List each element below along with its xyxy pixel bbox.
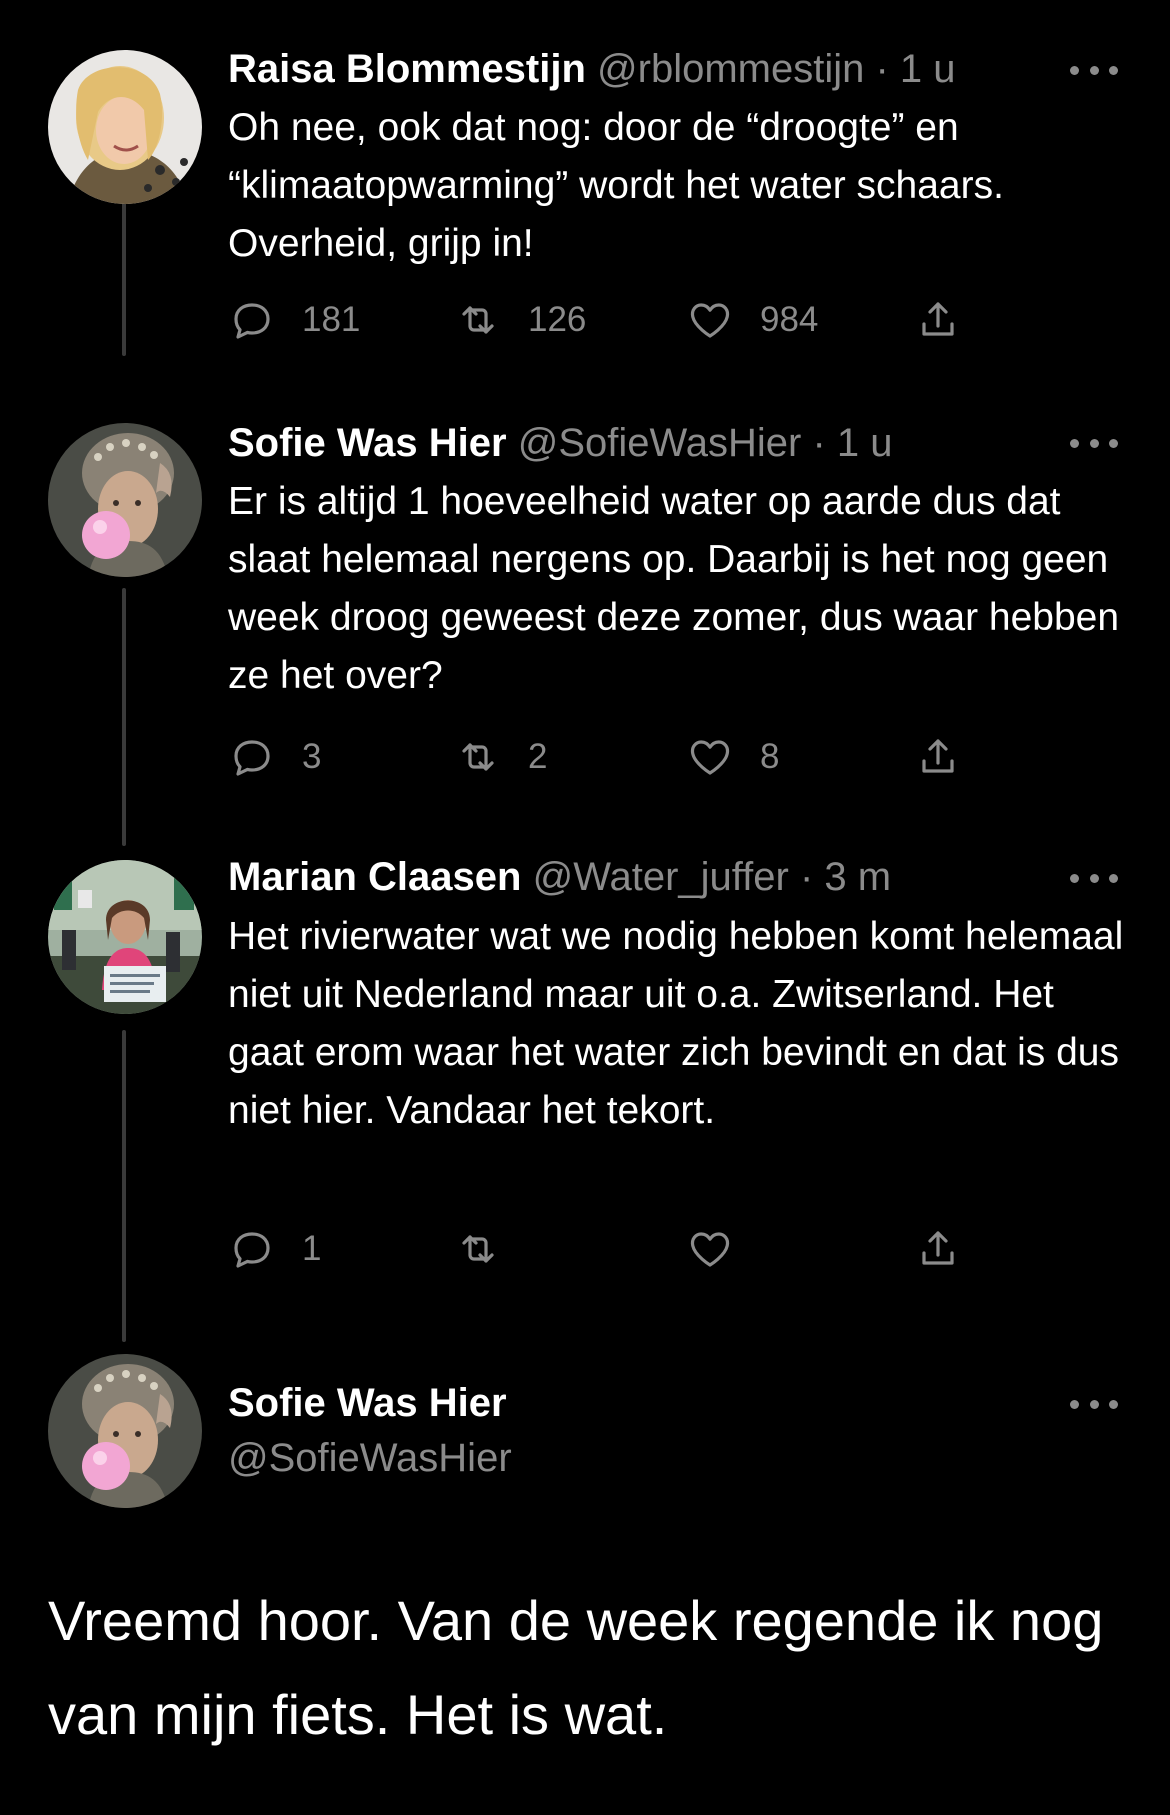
display-name[interactable]: Marian Claasen — [228, 855, 521, 899]
share-button[interactable] — [914, 727, 962, 787]
user-handle[interactable]: @SofieWasHier — [518, 421, 802, 465]
reply-icon — [234, 1232, 270, 1268]
like-count: 8 — [760, 737, 780, 776]
like-icon — [690, 303, 730, 338]
user-handle[interactable]: @SofieWasHier — [228, 1430, 512, 1486]
action-bar: 181 126 984 — [228, 290, 988, 350]
tweet-text: Vreemd hoor. Van de week regende ik nog … — [48, 1589, 1104, 1746]
retweet-count: 2 — [528, 737, 548, 776]
reply-count: 3 — [302, 737, 322, 776]
share-button[interactable] — [914, 1219, 962, 1279]
tweet-text: Er is altijd 1 hoeveelheid water op aard… — [228, 480, 1120, 697]
thread-line — [122, 1030, 126, 1342]
reply-button[interactable]: 181 — [228, 290, 360, 350]
avatar[interactable] — [48, 1354, 202, 1508]
reply-icon — [234, 740, 270, 776]
reply-button[interactable]: 1 — [228, 1219, 321, 1279]
action-bar: 3 2 8 — [228, 727, 988, 787]
tweet-header: Raisa Blommestijn @rblommestijn · 1 u — [228, 41, 1110, 97]
user-handle[interactable]: @rblommestijn — [597, 47, 864, 91]
more-icon[interactable] — [1070, 60, 1118, 80]
avatar[interactable] — [48, 423, 202, 577]
retweet-button[interactable] — [454, 1219, 528, 1279]
like-icon — [690, 1232, 730, 1267]
action-bar: 1 — [228, 1219, 988, 1279]
like-count: 984 — [760, 300, 819, 339]
like-button[interactable] — [686, 1219, 760, 1279]
display-name[interactable]: Sofie Was Hier — [228, 421, 507, 465]
tweet-header: Sofie Was Hier @SofieWasHier · 1 u — [228, 415, 1110, 471]
like-icon — [690, 740, 730, 775]
retweet-button[interactable]: 2 — [454, 727, 547, 787]
user-handle[interactable]: @Water_juffer — [533, 855, 789, 899]
reply-button[interactable]: 3 — [228, 727, 321, 787]
reply-icon — [234, 303, 270, 339]
tweet-header: Marian Claasen @Water_juffer · 3 m — [228, 849, 1110, 905]
share-icon — [922, 739, 954, 773]
share-button[interactable] — [914, 290, 962, 350]
more-icon[interactable] — [1070, 433, 1118, 453]
timestamp[interactable]: · 1 u — [875, 47, 955, 91]
timestamp[interactable]: · 1 u — [812, 421, 892, 465]
reply-count: 1 — [302, 1229, 322, 1268]
more-icon[interactable] — [1070, 868, 1118, 888]
timestamp[interactable]: · 3 m — [800, 855, 891, 899]
reply-count: 181 — [302, 300, 361, 339]
thread-line — [122, 196, 126, 356]
avatar[interactable] — [48, 50, 202, 204]
more-icon[interactable] — [1070, 1394, 1118, 1414]
tweet-text: Het rivierwater wat we nodig hebben komt… — [228, 915, 1124, 1132]
share-icon — [922, 1231, 954, 1265]
avatar[interactable] — [48, 860, 202, 1014]
like-button[interactable]: 984 — [686, 290, 818, 350]
retweet-icon — [462, 306, 494, 334]
like-button[interactable]: 8 — [686, 727, 779, 787]
retweet-icon — [462, 1235, 494, 1263]
retweet-count: 126 — [528, 300, 587, 339]
retweet-button[interactable]: 126 — [454, 290, 586, 350]
thread-line — [122, 588, 126, 846]
display-name[interactable]: Sofie Was Hier — [228, 1375, 507, 1431]
display-name[interactable]: Raisa Blommestijn — [228, 47, 586, 91]
share-icon — [922, 302, 954, 336]
tweet-text: Oh nee, ook dat nog: door de “droogte” e… — [228, 106, 1004, 265]
retweet-icon — [462, 743, 494, 771]
